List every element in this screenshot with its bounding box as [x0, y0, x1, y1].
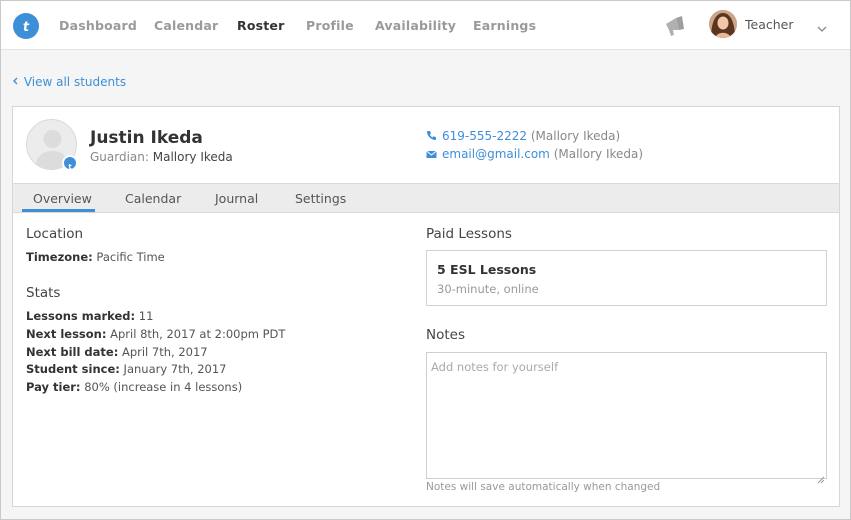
email-owner: (Mallory Ikeda) [553, 147, 644, 161]
user-avatar[interactable] [709, 10, 737, 38]
stat-value: April 8th, 2017 at 2:00pm PDT [110, 327, 286, 341]
chevron-down-icon[interactable] [817, 19, 827, 32]
phone-row: 619-555-2222 (Mallory Ikeda) [426, 129, 620, 144]
top-navigation: t Dashboard Calendar Roster Profile Avai… [1, 1, 850, 50]
paid-lesson-card: 5 ESL Lessons 30-minute, online [426, 250, 827, 306]
lesson-detail: 30-minute, online [437, 282, 539, 296]
brand-badge-icon: t [62, 155, 78, 171]
envelope-icon [426, 148, 437, 162]
stat-label: Pay tier: [26, 380, 81, 394]
chevron-left-icon [12, 75, 20, 89]
back-link-label[interactable]: View all students [24, 75, 126, 89]
lesson-title: 5 ESL Lessons [437, 262, 537, 277]
notes-textarea[interactable] [426, 352, 827, 479]
phone-owner: (Mallory Ikeda) [530, 129, 621, 143]
student-name: Justin Ikeda [90, 128, 203, 148]
stat-row: Next bill date: April 7th, 2017 [26, 345, 208, 359]
nav-earnings[interactable]: Earnings [473, 18, 536, 33]
tab-journal[interactable]: Journal [215, 191, 258, 206]
user-name[interactable]: Teacher [745, 17, 794, 32]
location-heading: Location [26, 226, 84, 242]
stat-value: January 7th, 2017 [123, 362, 227, 376]
megaphone-icon[interactable] [661, 13, 687, 39]
stat-label: Student since: [26, 362, 120, 376]
stat-row: Student since: January 7th, 2017 [26, 362, 227, 376]
active-tab-indicator [22, 209, 95, 212]
stat-label: Next bill date: [26, 345, 119, 359]
view-all-students-link[interactable]: View all students [12, 75, 126, 89]
stat-label: Lessons marked: [26, 309, 136, 323]
stat-row: Next lesson: April 8th, 2017 at 2:00pm P… [26, 327, 285, 341]
notes-hint: Notes will save automatically when chang… [426, 481, 661, 493]
stat-value: 11 [138, 309, 154, 323]
app-frame: t Dashboard Calendar Roster Profile Avai… [0, 0, 851, 520]
timezone-value: Pacific Time [96, 250, 165, 264]
tab-calendar[interactable]: Calendar [125, 191, 181, 206]
nav-calendar[interactable]: Calendar [154, 18, 218, 33]
student-tabs: Overview Calendar Journal Settings [13, 183, 839, 213]
stat-row: Lessons marked: 11 [26, 309, 153, 323]
timezone-row: Timezone: Pacific Time [26, 250, 165, 264]
phone-icon [426, 130, 437, 144]
svg-text:t: t [23, 20, 30, 35]
stats-heading: Stats [26, 285, 61, 301]
tab-overview[interactable]: Overview [33, 191, 92, 206]
stat-value: 80% (increase in 4 lessons) [84, 380, 243, 394]
email-row: email@gmail.com (Mallory Ikeda) [426, 147, 643, 162]
stat-row: Pay tier: 80% (increase in 4 lessons) [26, 380, 242, 394]
phone-link[interactable]: 619-555-2222 [442, 129, 527, 143]
email-link[interactable]: email@gmail.com [442, 147, 550, 161]
logo-icon[interactable]: t [13, 13, 39, 39]
guardian-line: Guardian: Mallory Ikeda [90, 150, 233, 164]
guardian-name: Mallory Ikeda [152, 150, 233, 164]
tab-settings[interactable]: Settings [295, 191, 346, 206]
svg-text:t: t [68, 163, 72, 171]
guardian-label: Guardian: [90, 150, 149, 164]
nav-roster[interactable]: Roster [237, 18, 284, 33]
nav-dashboard[interactable]: Dashboard [59, 18, 137, 33]
notes-heading: Notes [426, 327, 465, 343]
stat-label: Next lesson: [26, 327, 107, 341]
resize-grip-icon[interactable] [817, 469, 825, 484]
paid-lessons-heading: Paid Lessons [426, 226, 512, 242]
student-card: t Justin Ikeda Guardian: Mallory Ikeda 6… [12, 106, 840, 507]
stat-value: April 7th, 2017 [121, 345, 208, 359]
nav-availability[interactable]: Availability [375, 18, 456, 33]
timezone-label: Timezone: [26, 250, 93, 264]
nav-profile[interactable]: Profile [306, 18, 354, 33]
